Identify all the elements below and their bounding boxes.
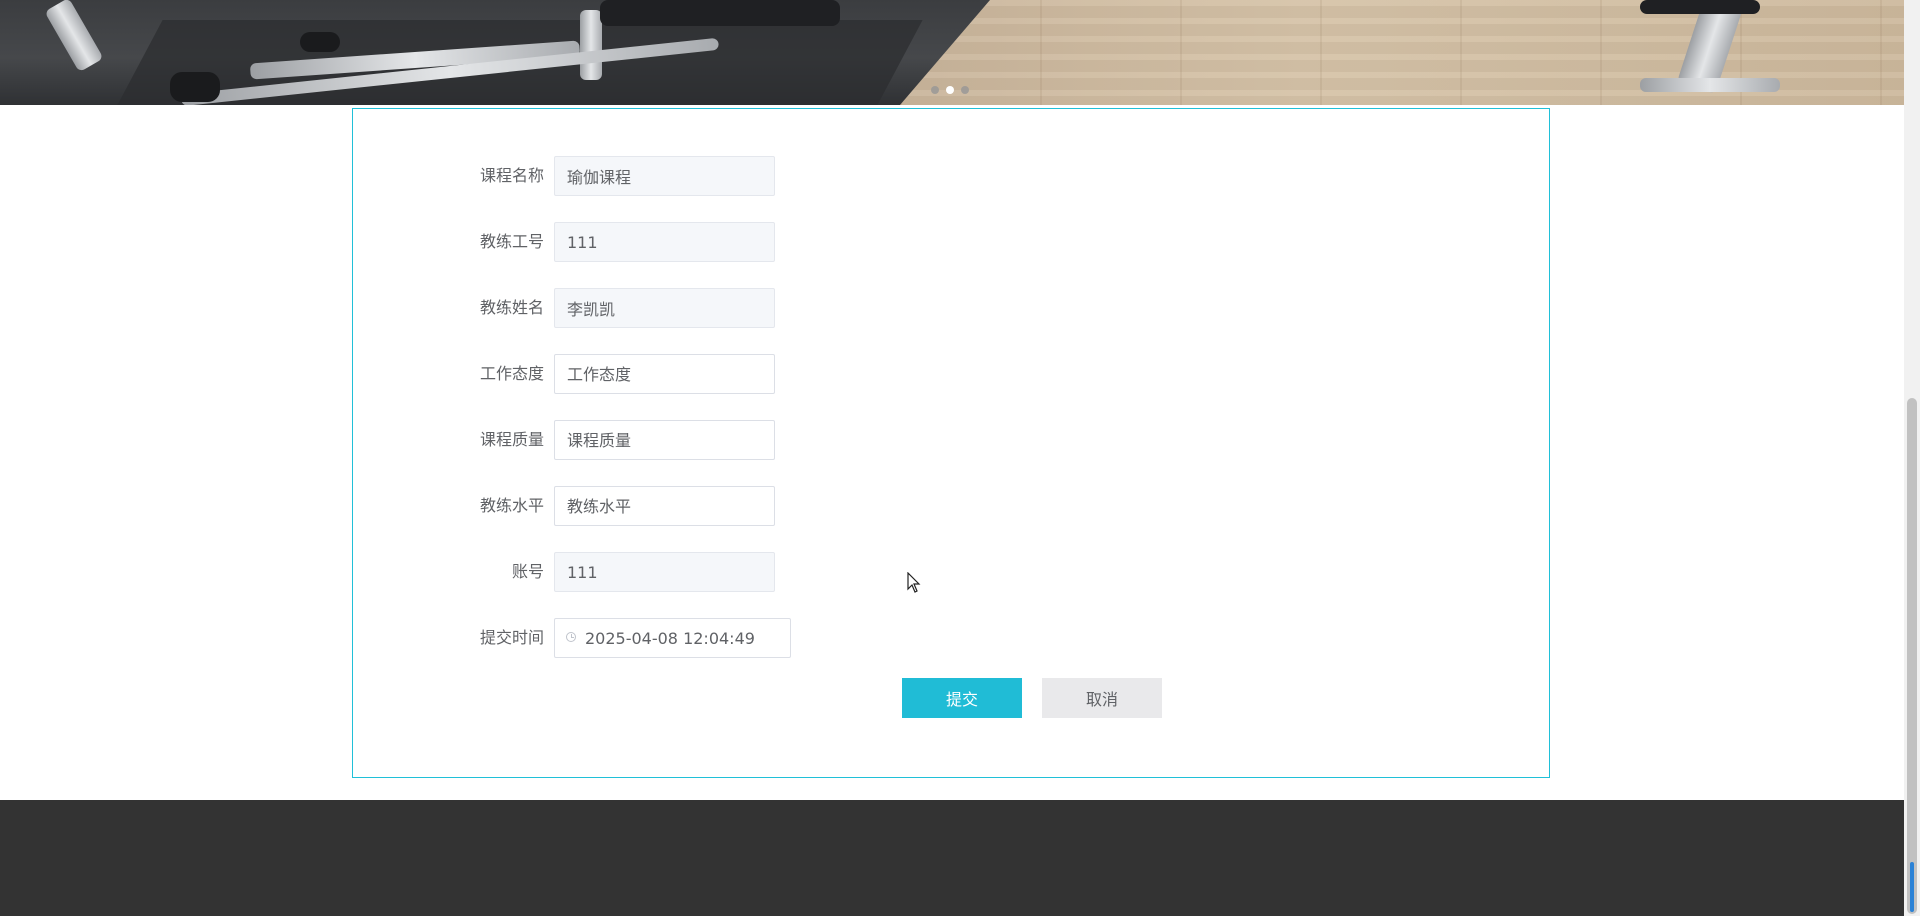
- course-quality-input[interactable]: [554, 420, 775, 460]
- scroll-indicator: [1910, 862, 1914, 912]
- scrollbar-thumb[interactable]: [1907, 398, 1917, 914]
- hero-banner: [0, 0, 1904, 105]
- banner-bench-pad: [600, 0, 840, 26]
- mouse-cursor-icon: [907, 572, 921, 593]
- coach-level-label: 教练水平: [479, 496, 544, 515]
- cancel-button[interactable]: 取消: [1042, 678, 1162, 718]
- clock-icon: [566, 632, 576, 642]
- carousel-indicators: [931, 86, 969, 94]
- course-name-label: 课程名称: [479, 166, 544, 185]
- banner-bench-pad: [1640, 0, 1760, 14]
- coach-id-label: 教练工号: [479, 232, 544, 251]
- course-quality-label: 课程质量: [479, 430, 544, 449]
- course-name-input[interactable]: [554, 156, 775, 196]
- coach-name-label: 教练姓名: [479, 298, 544, 317]
- work-attitude-input[interactable]: [554, 354, 775, 394]
- carousel-dot[interactable]: [931, 86, 939, 94]
- submit-button[interactable]: 提交: [902, 678, 1022, 718]
- form-row-coach-name: 教练姓名: [353, 288, 1549, 328]
- evaluation-form-panel: 课程名称 教练工号 教练姓名 工作态度 课程质量 教练水平 账号 提交时间 提交…: [352, 108, 1550, 778]
- form-row-account: 账号: [353, 552, 1549, 592]
- coach-level-input[interactable]: [554, 486, 775, 526]
- submit-time-picker[interactable]: [554, 618, 791, 658]
- submit-time-label: 提交时间: [479, 628, 544, 647]
- banner-bench-post: [580, 10, 602, 80]
- coach-name-input[interactable]: [554, 288, 775, 328]
- account-input[interactable]: [554, 552, 775, 592]
- banner-bench-base: [1640, 78, 1780, 92]
- work-attitude-label: 工作态度: [479, 364, 544, 383]
- banner-bench-foot: [300, 32, 340, 52]
- form-row-work-attitude: 工作态度: [353, 354, 1549, 394]
- account-label: 账号: [511, 562, 544, 581]
- form-row-submit-time: 提交时间: [353, 618, 1549, 658]
- form-row-coach-level: 教练水平: [353, 486, 1549, 526]
- carousel-dot[interactable]: [961, 86, 969, 94]
- page-scrollbar[interactable]: [1904, 0, 1920, 916]
- carousel-dot-active[interactable]: [946, 86, 954, 94]
- form-row-course-name: 课程名称: [353, 156, 1549, 196]
- coach-id-input[interactable]: [554, 222, 775, 262]
- form-row-course-quality: 课程质量: [353, 420, 1549, 460]
- page-footer: [0, 800, 1904, 916]
- form-row-coach-id: 教练工号: [353, 222, 1549, 262]
- banner-bench-foot: [170, 72, 220, 102]
